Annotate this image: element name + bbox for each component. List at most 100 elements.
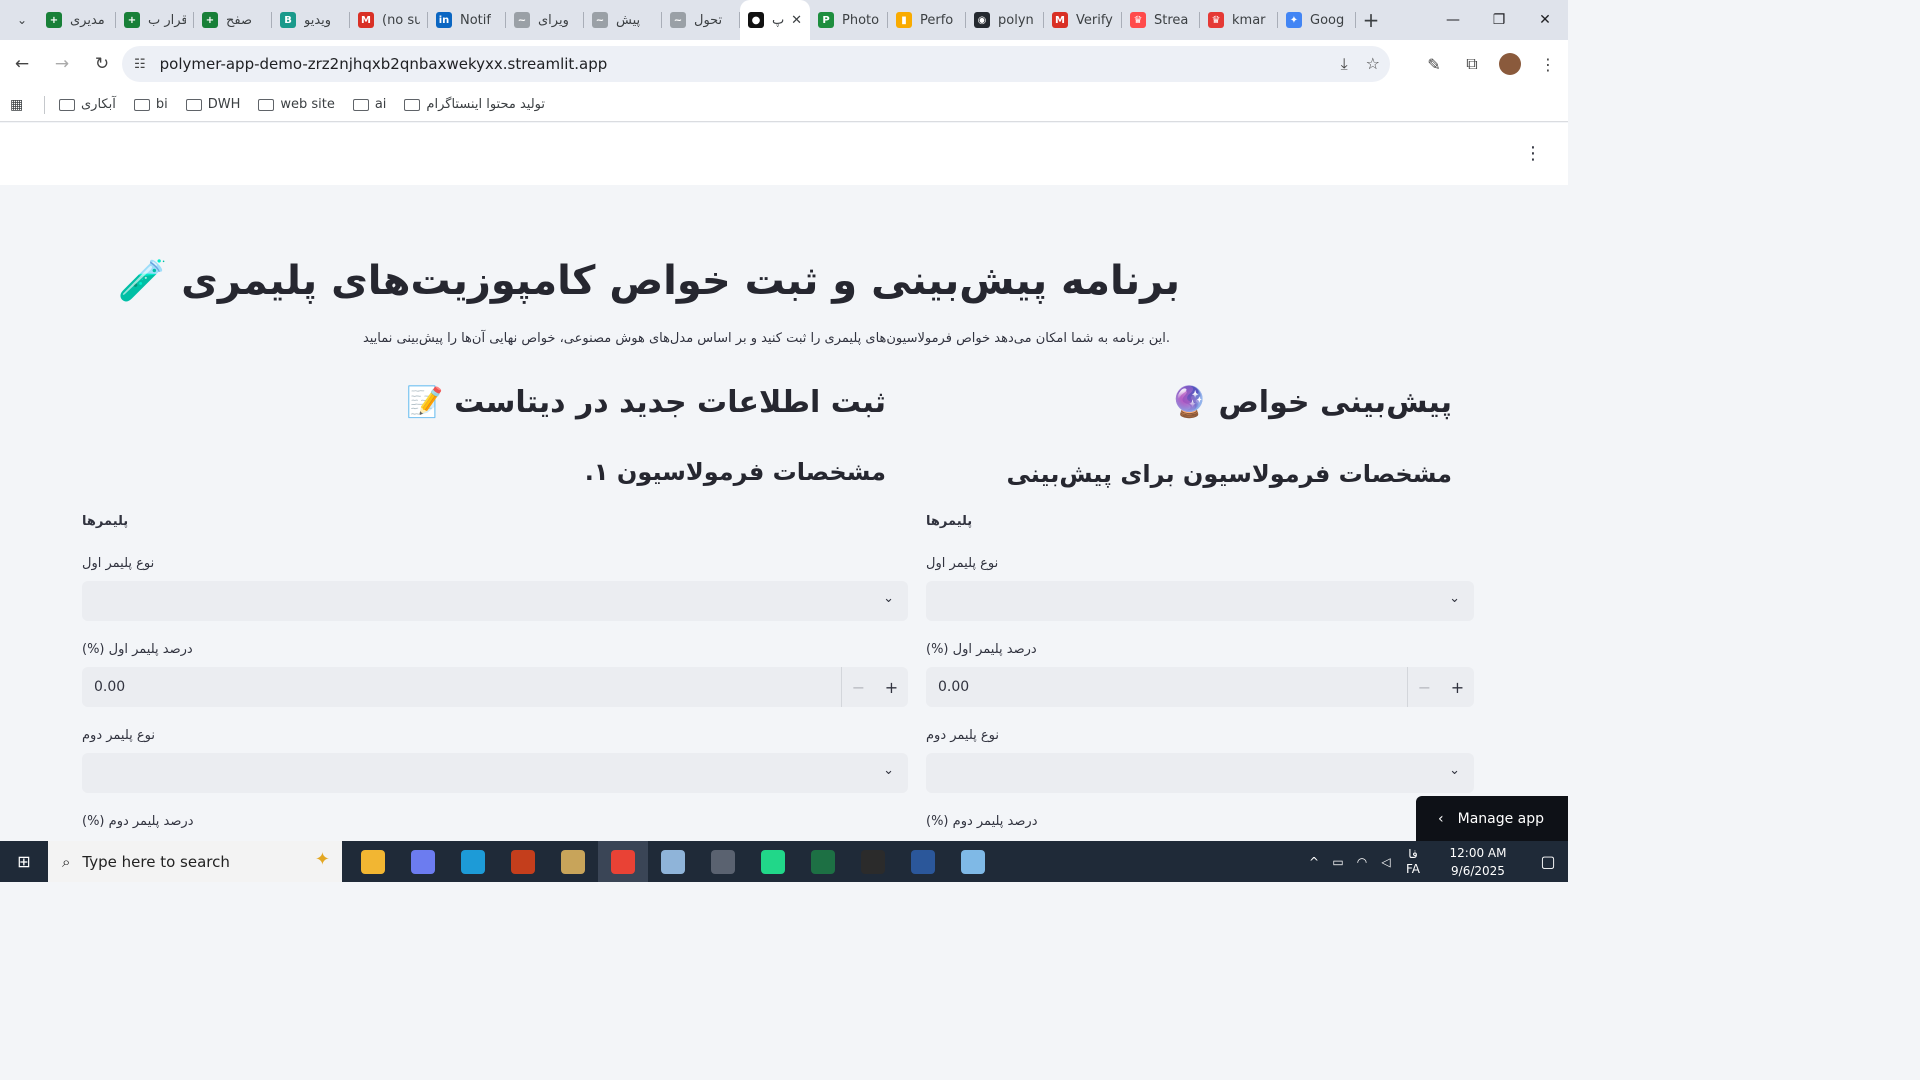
restore-icon[interactable]: ❐ [1476, 0, 1522, 40]
tab[interactable]: P Photo [810, 0, 888, 40]
tab[interactable]: + صفح [194, 0, 272, 40]
new-tab-button[interactable]: + [1356, 8, 1386, 32]
tab-title: صفح [226, 12, 253, 28]
tab[interactable]: + قرار ب [116, 0, 194, 40]
taskbar-file-explorer-icon[interactable] [348, 841, 398, 882]
excel-glyph [811, 849, 835, 874]
pycharm-glyph [761, 849, 785, 874]
decrement-button[interactable]: − [1408, 678, 1441, 697]
dataset-poly2-type-select[interactable]: ⌄ [82, 753, 908, 793]
minimize-icon[interactable]: — [1430, 0, 1476, 40]
tab-title: Photo [842, 12, 880, 28]
predict-poly1-pct-value[interactable]: 0.00 [926, 679, 1407, 695]
tab-favicon-icon: ~ [670, 12, 686, 28]
forward-icon[interactable]: → [44, 46, 80, 82]
dataset-poly1-pct-label: (%) درصد پلیمر اول [82, 642, 193, 657]
dataset-poly1-pct-value[interactable]: 0.00 [82, 679, 841, 695]
volume-icon[interactable]: ◁ [1374, 855, 1398, 869]
site-info-icon[interactable]: ☷ [134, 57, 146, 72]
tab[interactable]: ♛ kmar [1200, 0, 1278, 40]
decrement-button[interactable]: − [842, 678, 875, 697]
tray-chevron-up-icon[interactable]: ^ [1302, 855, 1326, 869]
bookmark-label: web site [280, 97, 335, 112]
bookmark-folder[interactable]: bi [133, 97, 168, 112]
dataset-poly1-type-select[interactable]: ⌄ [82, 581, 908, 621]
tab[interactable]: + مدیری [38, 0, 116, 40]
folder-icon [404, 98, 421, 111]
taskbar-search-box[interactable]: ⌕ Type here to search ✦ [48, 841, 342, 882]
chevron-down-icon: ⌄ [883, 591, 894, 606]
tab[interactable]: ~ تحول [662, 0, 740, 40]
increment-button[interactable]: + [1441, 678, 1474, 697]
taskbar-word-icon[interactable] [898, 841, 948, 882]
tab[interactable]: ◉ polyn [966, 0, 1044, 40]
taskbar-copilot-icon[interactable] [398, 841, 448, 882]
bookmark-folder[interactable]: DWH [185, 97, 240, 112]
tab[interactable]: M Verify [1044, 0, 1122, 40]
streamlit-menu-icon[interactable]: ⋮ [1524, 143, 1542, 164]
tab-title: polyn [998, 12, 1034, 28]
tab[interactable]: M (no su [350, 0, 428, 40]
apps-grid-icon[interactable]: ▦ [10, 97, 30, 113]
close-window-icon[interactable]: ✕ [1522, 0, 1568, 40]
bookmark-folder[interactable]: ai [352, 97, 386, 112]
back-icon[interactable]: ← [4, 46, 40, 82]
tab-title: Goog [1310, 12, 1345, 28]
taskbar-chrome-icon[interactable] [598, 841, 648, 882]
app-blue-glyph [961, 849, 985, 874]
clock[interactable]: 12:00 AM 9/6/2025 [1428, 844, 1528, 880]
tab-title: مدیری [70, 12, 105, 28]
pen-extension-icon[interactable]: ✎ [1422, 46, 1446, 82]
taskbar-edge-icon[interactable] [448, 841, 498, 882]
chevron-left-icon: ‹ [1438, 811, 1444, 827]
tab[interactable]: ~ پیش [584, 0, 662, 40]
language-indicator[interactable]: فا FA [1398, 847, 1428, 877]
tab[interactable]: ♛ Strea [1122, 0, 1200, 40]
reload-icon[interactable]: ↻ [84, 46, 120, 82]
battery-icon[interactable]: ▭ [1326, 855, 1350, 869]
dataset-poly1-type-label: نوع پلیمر اول [82, 556, 155, 571]
dataset-poly1-pct-input[interactable]: 0.00 − + [82, 667, 908, 707]
notification-icon[interactable]: ▢ [1528, 852, 1568, 871]
folder-icon [133, 98, 150, 111]
language-bottom: FA [1405, 861, 1420, 876]
taskbar-app-blue-icon[interactable] [948, 841, 998, 882]
tab-active[interactable]: ● پ ✕ [740, 0, 810, 40]
tab-close-icon[interactable]: ✕ [791, 13, 802, 28]
tab-favicon-icon: ● [748, 12, 764, 28]
tab[interactable]: ✦ Goog [1278, 0, 1356, 40]
taskbar-paint-icon[interactable] [648, 841, 698, 882]
tab[interactable]: in Notif [428, 0, 506, 40]
tab[interactable]: ~ ویرای [506, 0, 584, 40]
windows-start-icon[interactable]: ⊞ [0, 841, 48, 882]
address-bar[interactable]: ☷ polymer-app-demo-zrz2njhqxb2qnbaxwekyx… [122, 46, 1390, 82]
bookmark-star-icon[interactable]: ☆ [1366, 54, 1380, 74]
taskbar-terminal-icon[interactable] [848, 841, 898, 882]
url-text[interactable]: polymer-app-demo-zrz2njhqxb2qnbaxwekyxx.… [160, 55, 608, 73]
dataset-polymers-label: پلیمرها [82, 514, 129, 529]
install-app-icon[interactable]: ⤓ [1341, 54, 1348, 74]
predict-poly1-type-select[interactable]: ⌄ [926, 581, 1474, 621]
tab-title: Notif [460, 12, 491, 28]
taskbar-powerpoint-icon[interactable] [498, 841, 548, 882]
tab-title: ویدیو [304, 12, 332, 28]
extensions-puzzle-icon[interactable]: ⧉ [1460, 46, 1484, 82]
profile-avatar[interactable] [1498, 46, 1522, 82]
predict-poly2-type-select[interactable]: ⌄ [926, 753, 1474, 793]
tab-search-chevron-icon[interactable]: ⌄ [6, 6, 38, 34]
taskbar-excel-icon[interactable] [798, 841, 848, 882]
taskbar-pycharm-icon[interactable] [748, 841, 798, 882]
bookmark-folder[interactable]: آبکاری [59, 97, 116, 112]
tab[interactable]: B ویدیو [272, 0, 350, 40]
taskbar-security-icon[interactable] [698, 841, 748, 882]
predict-poly1-pct-input[interactable]: 0.00 − + [926, 667, 1474, 707]
tabs: + مدیری + قرار ب + صفح B ویدیو M (no su in Notif ~ وی… [38, 0, 1356, 40]
browser-menu-icon[interactable]: ⋮ [1536, 46, 1560, 82]
manage-app-button[interactable]: ‹ Manage app [1416, 796, 1568, 842]
taskbar-app-feather-icon[interactable] [548, 841, 598, 882]
increment-button[interactable]: + [875, 678, 908, 697]
wifi-icon[interactable]: ◠ [1350, 855, 1374, 869]
bookmark-folder[interactable]: web site [258, 97, 335, 112]
bookmark-folder[interactable]: تولید محتوا اینستاگرام [404, 97, 545, 112]
tab[interactable]: ▮ Perfo [888, 0, 966, 40]
